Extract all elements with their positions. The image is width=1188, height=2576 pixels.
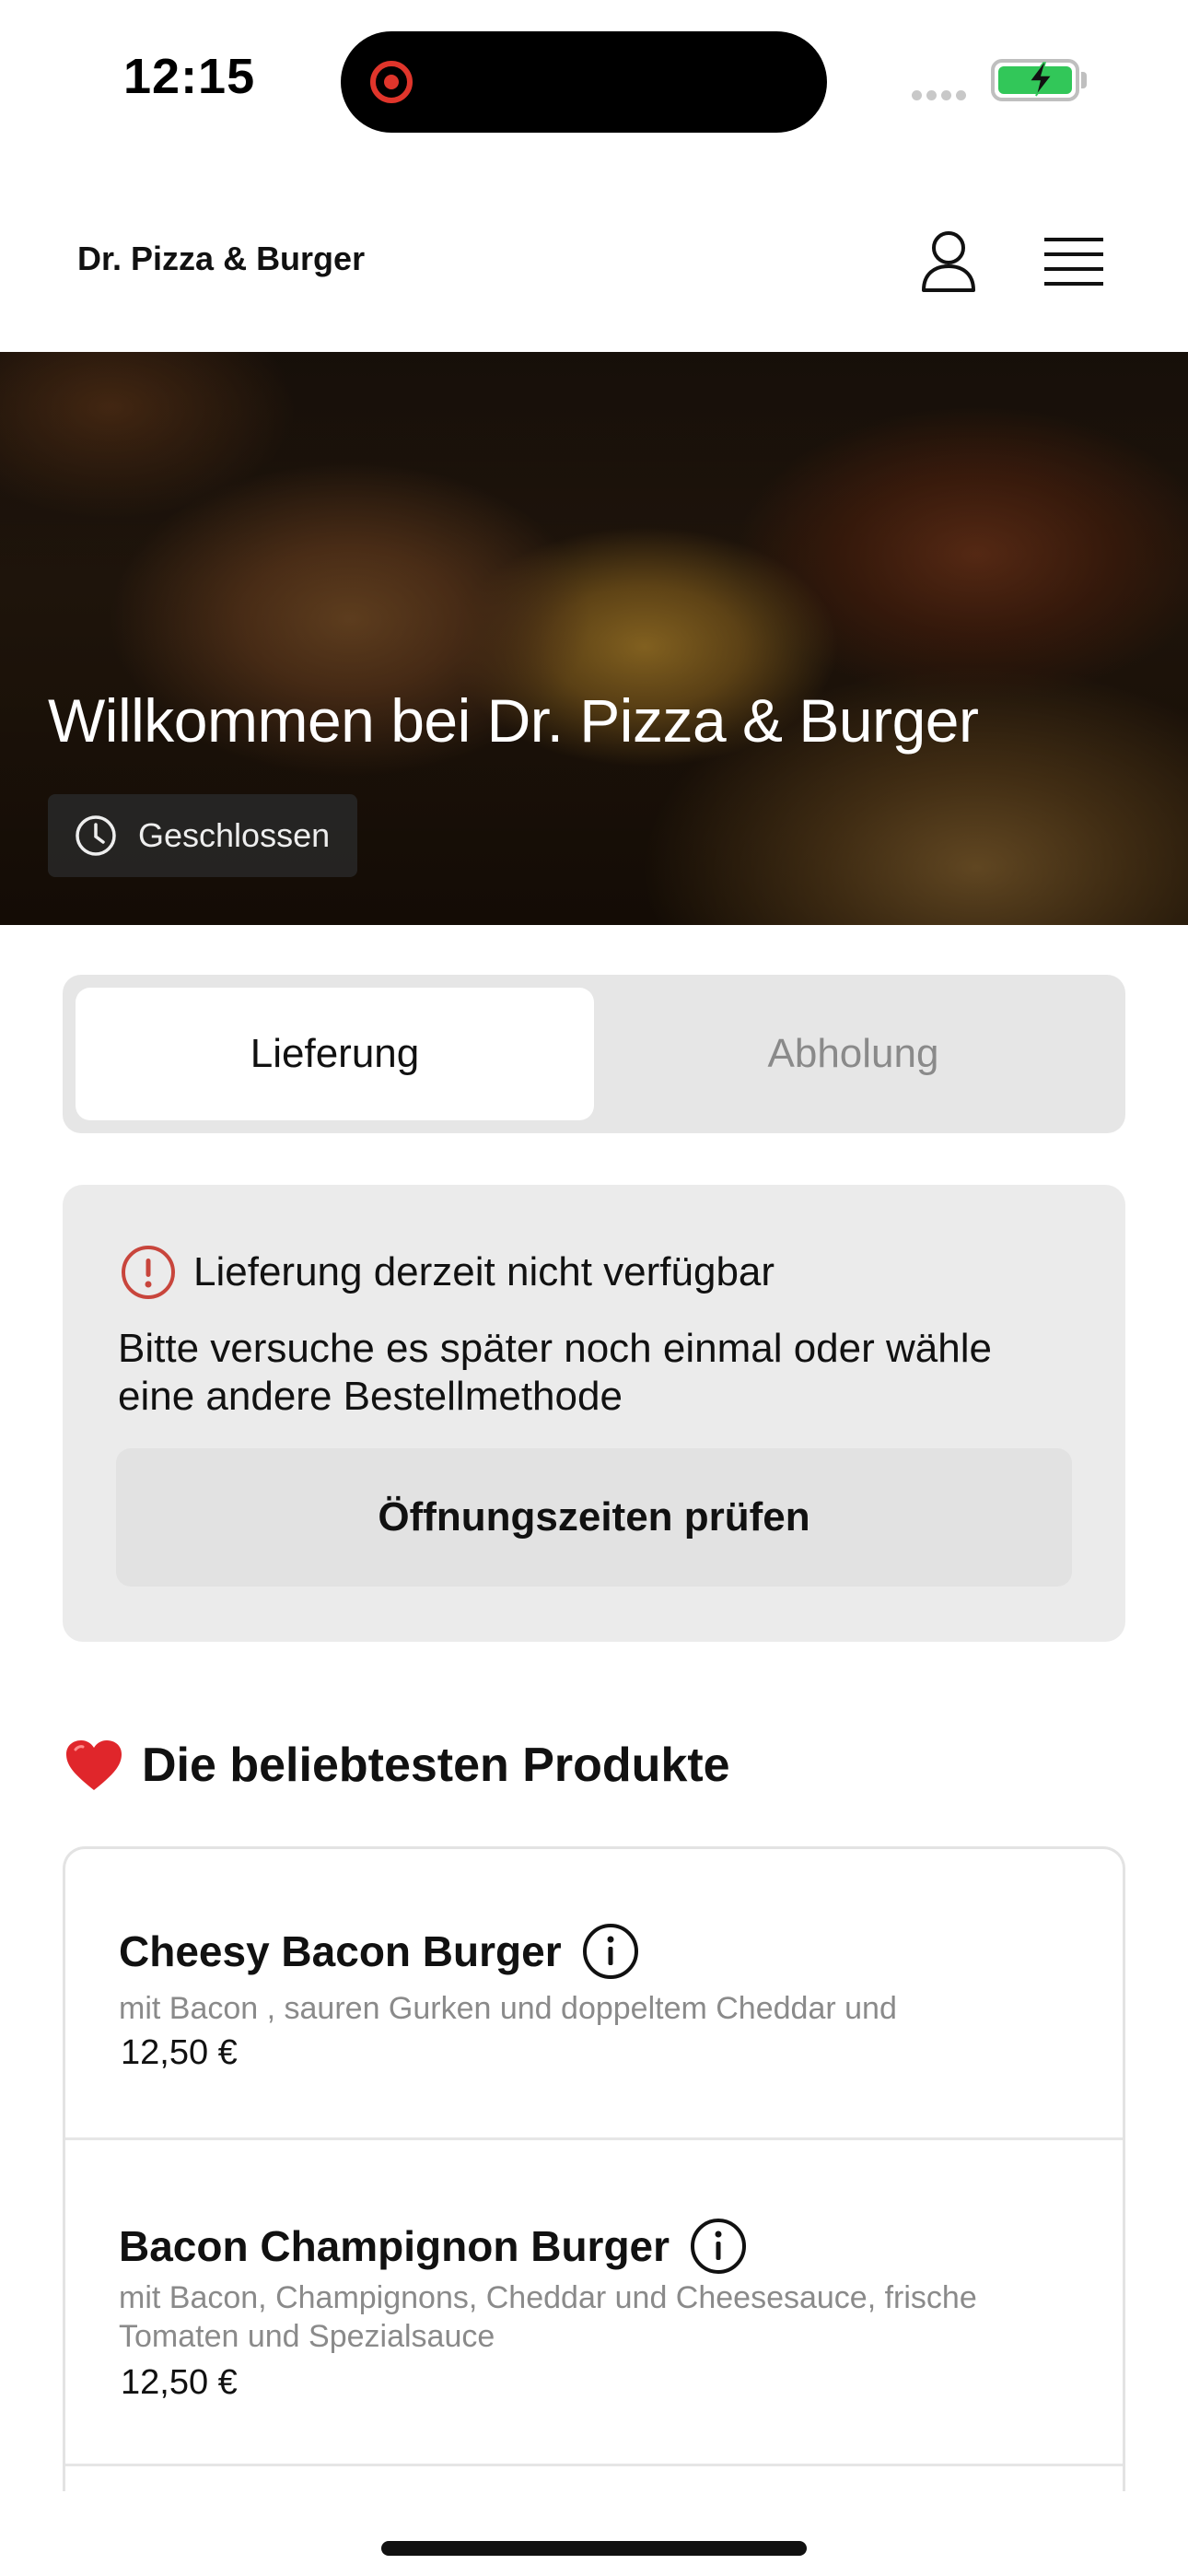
order-mode-toggle: Lieferung Abholung (63, 975, 1125, 1133)
charging-bolt-icon (1028, 62, 1054, 97)
user-icon (922, 231, 975, 292)
heart-icon (66, 1740, 122, 1790)
product-price: 12,50 € (121, 2363, 238, 2402)
tab-delivery[interactable]: Lieferung (76, 988, 594, 1120)
product-price: 12,50 € (121, 2033, 238, 2072)
account-button[interactable] (912, 225, 985, 299)
app-header: Dr. Pizza & Burger (0, 166, 1188, 352)
recording-icon (370, 61, 413, 103)
product-card[interactable]: Bacon Champignon Burger mit Bacon, Champ… (65, 2140, 1123, 2466)
popular-products-list: Cheesy Bacon Burger mit Bacon , sauren G… (63, 1846, 1125, 2491)
hero-title: Willkommen bei Dr. Pizza & Burger (48, 686, 979, 755)
menu-button[interactable] (1037, 225, 1111, 299)
info-alert-icon (122, 1246, 175, 1299)
brand-name: Dr. Pizza & Burger (77, 240, 366, 277)
hamburger-menu-icon (1044, 238, 1103, 286)
home-indicator[interactable] (381, 2541, 807, 2556)
product-name: Bacon Champignon Burger (119, 2222, 670, 2270)
info-icon[interactable] (582, 1923, 639, 1980)
product-name-row: Bacon Champignon Burger (119, 2218, 747, 2275)
battery-cap (1081, 72, 1087, 88)
product-description: mit Bacon, Champignons, Cheddar und Chee… (119, 2280, 977, 2354)
product-name-row: Cheesy Bacon Burger (119, 1923, 639, 1980)
info-icon[interactable] (690, 2218, 747, 2275)
delivery-unavailable-notice: Lieferung derzeit nicht verfügbar Bitte … (63, 1185, 1125, 1642)
notice-title: Lieferung derzeit nicht verfügbar (193, 1249, 775, 1294)
product-name: Cheesy Bacon Burger (119, 1927, 562, 1975)
section-title: Die beliebtesten Produkte (142, 1739, 730, 1792)
popular-section-header: Die beliebtesten Produkte (64, 1738, 730, 1793)
status-badge-label: Geschlossen (138, 816, 331, 854)
product-card[interactable]: Cheesy Bacon Burger mit Bacon , sauren G… (65, 1849, 1123, 2140)
battery-icon (991, 59, 1079, 101)
status-badge: Geschlossen (48, 794, 358, 877)
status-time: 12:15 (123, 49, 256, 104)
notice-header: Lieferung derzeit nicht verfügbar (120, 1244, 775, 1301)
dynamic-island (341, 31, 827, 133)
clock-icon (76, 815, 116, 856)
notice-body: Bitte versuche es später noch einmal ode… (118, 1326, 992, 1419)
status-bar: 12:15 (0, 0, 1188, 166)
hero-banner: Willkommen bei Dr. Pizza & Burger Geschl… (0, 352, 1188, 925)
check-opening-hours-button[interactable]: Öffnungszeiten prüfen (116, 1448, 1072, 1587)
signal-icon (912, 88, 974, 100)
tab-pickup[interactable]: Abholung (594, 988, 1112, 1120)
product-description: mit Bacon , sauren Gurken und doppeltem … (119, 1991, 897, 2026)
